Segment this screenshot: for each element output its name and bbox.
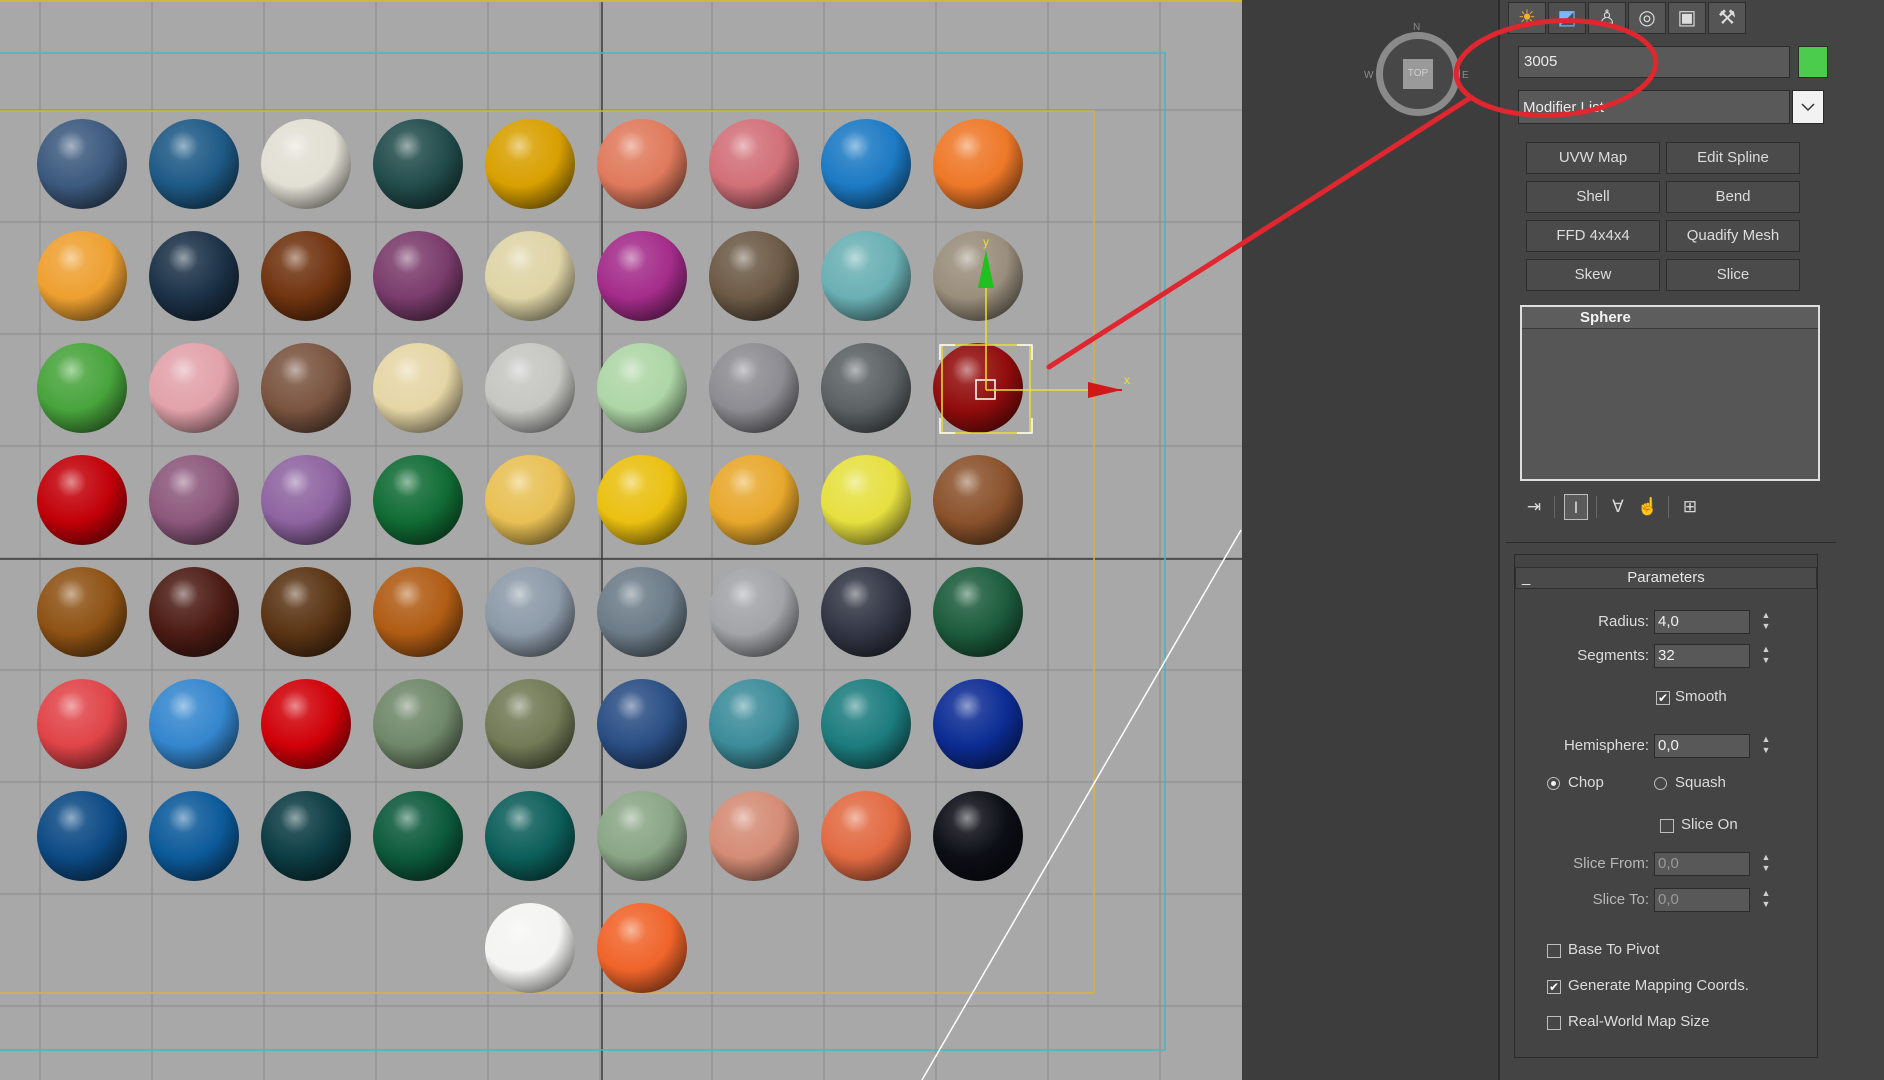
smooth-label: Smooth (1675, 688, 1727, 705)
panel-divider (1506, 542, 1836, 543)
make-unique-icon[interactable]: ∀ (1606, 494, 1630, 520)
hemisphere-label: Hemisphere: (1563, 737, 1649, 754)
viewcube-w-label: W (1364, 70, 1374, 81)
radius-field[interactable]: 4,0 (1654, 610, 1750, 634)
real-world-map-size-label: Real-World Map Size (1568, 1013, 1710, 1030)
modifier-stack[interactable]: Sphere (1520, 305, 1820, 481)
radius-spinner[interactable]: ▲ ▼ (1759, 610, 1773, 634)
viewcube[interactable]: TOP (1376, 32, 1460, 116)
segments-field[interactable]: 32 (1654, 644, 1750, 668)
command-panel-tabs: ☀ ◩ ♙ ◎ ▣ ⚒ (1508, 2, 1748, 34)
edit-spline-button[interactable]: Edit Spline (1666, 142, 1800, 174)
modify-icon: ◩ (1557, 7, 1577, 29)
viewport-empty-area (1242, 0, 1498, 1080)
segments-spinner[interactable]: ▲ ▼ (1759, 644, 1773, 668)
hierarchy-tab[interactable]: ♙ (1588, 2, 1626, 34)
squash-radio[interactable] (1654, 777, 1667, 790)
stack-item-sphere[interactable]: Sphere (1522, 307, 1818, 329)
slice-from-label: Slice From: (1573, 855, 1649, 872)
viewcube-e-label: E (1462, 70, 1469, 81)
configure-modifier-sets-icon[interactable]: ⊞ (1678, 494, 1702, 520)
generate-mapping-coords-checkbox[interactable]: ✔ (1547, 980, 1561, 994)
hemisphere-spinner[interactable]: ▲ ▼ (1759, 734, 1773, 758)
viewcube-n-label: N (1413, 22, 1421, 33)
pin-stack-icon[interactable]: ⇥ (1522, 494, 1546, 520)
collapse-icon[interactable]: _ (1522, 568, 1530, 588)
modify-tab[interactable]: ◩ (1548, 2, 1586, 34)
object-color-swatch[interactable] (1798, 46, 1828, 78)
radius-label: Radius: (1598, 613, 1649, 630)
slice-on-checkbox[interactable] (1660, 819, 1674, 833)
slice-to-label: Slice To: (1592, 891, 1649, 908)
object-name-field[interactable]: 3005 (1518, 46, 1790, 78)
bend-button[interactable]: Bend (1666, 181, 1800, 213)
ffd-4x4x4-button[interactable]: FFD 4x4x4 (1526, 220, 1660, 252)
motion-icon: ◎ (1638, 7, 1656, 29)
gizmo-y-arrow[interactable] (978, 250, 994, 288)
create-tab[interactable]: ☀ (1508, 2, 1546, 34)
command-panel: ☀ ◩ ♙ ◎ ▣ ⚒ 3005 Modifier List UVW Map E… (1498, 0, 1884, 1080)
utilities-tab[interactable]: ⚒ (1708, 2, 1746, 34)
generate-mapping-coords-label: Generate Mapping Coords. (1568, 977, 1749, 994)
show-end-result-icon[interactable]: I (1564, 494, 1588, 520)
gizmo-x-label: x (1124, 373, 1130, 387)
real-world-map-size-checkbox[interactable] (1547, 1016, 1561, 1030)
quadify-mesh-button[interactable]: Quadify Mesh (1666, 220, 1800, 252)
transform-gizmo[interactable]: y x (0, 0, 1242, 1080)
slice-from-field[interactable]: 0,0 (1654, 852, 1750, 876)
segments-label: Segments: (1577, 647, 1649, 664)
squash-label: Squash (1675, 774, 1726, 791)
slice-on-label: Slice On (1681, 816, 1738, 833)
display-icon: ▣ (1677, 7, 1697, 29)
base-to-pivot-checkbox[interactable] (1547, 944, 1561, 958)
top-viewport[interactable]: y x (0, 0, 1242, 1080)
modifier-list-dropdown[interactable]: Modifier List (1518, 90, 1790, 124)
chevron-down-icon (1801, 103, 1815, 112)
shell-button[interactable]: Shell (1526, 181, 1660, 213)
hierarchy-icon: ♙ (1598, 7, 1616, 29)
parameters-rollout-header[interactable]: _ Parameters (1515, 567, 1817, 589)
slice-to-field[interactable]: 0,0 (1654, 888, 1750, 912)
chop-label: Chop (1568, 774, 1604, 791)
slice-from-spinner[interactable]: ▲ ▼ (1759, 852, 1773, 876)
uvw-map-button[interactable]: UVW Map (1526, 142, 1660, 174)
hemisphere-field[interactable]: 0,0 (1654, 734, 1750, 758)
skew-button[interactable]: Skew (1526, 259, 1660, 291)
utilities-icon: ⚒ (1718, 7, 1736, 29)
modifier-list-dropdown-button[interactable] (1792, 90, 1824, 124)
slice-to-spinner[interactable]: ▲ ▼ (1759, 888, 1773, 912)
motion-tab[interactable]: ◎ (1628, 2, 1666, 34)
chop-radio[interactable] (1547, 777, 1560, 790)
create-icon: ☀ (1518, 7, 1536, 29)
parameters-title: Parameters (1627, 569, 1705, 586)
parameters-rollout: _ Parameters Radius: 4,0 ▲ ▼ Segments: 32… (1514, 554, 1818, 1058)
smooth-checkbox[interactable]: ✔ (1656, 691, 1670, 705)
display-tab[interactable]: ▣ (1668, 2, 1706, 34)
base-to-pivot-label: Base To Pivot (1568, 941, 1660, 958)
slice-button[interactable]: Slice (1666, 259, 1800, 291)
viewcube-top-face[interactable]: TOP (1403, 59, 1433, 89)
gizmo-y-label: y (983, 235, 989, 249)
remove-modifier-icon[interactable]: ☝ (1636, 494, 1660, 520)
